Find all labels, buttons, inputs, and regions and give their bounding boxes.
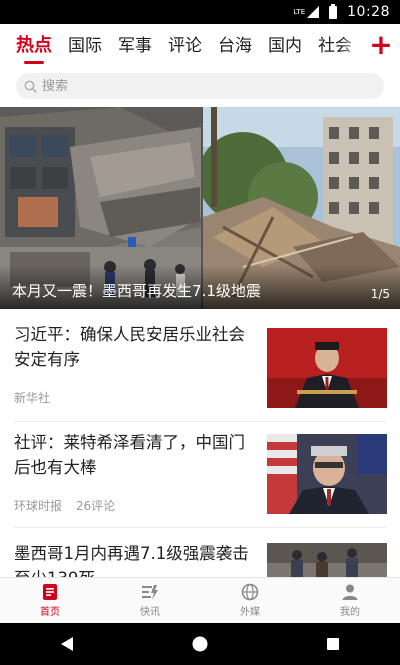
- search-icon: [24, 80, 37, 93]
- news-thumbnail: [267, 328, 387, 408]
- news-headline: 墨西哥1月内再遇7.1级强震袭击 至少139死: [14, 544, 249, 577]
- divider: [14, 527, 386, 528]
- system-navigation-bar: [0, 623, 400, 665]
- tab-military[interactable]: 军事: [118, 24, 152, 68]
- nav-flash-news[interactable]: 快讯: [100, 578, 200, 623]
- hero-title: 本月又一震！墨西哥再发生7.1级地震: [12, 282, 261, 300]
- nav-home[interactable]: 首页: [0, 578, 100, 623]
- status-bar: LTE 10:28: [0, 0, 400, 24]
- network-indicator: LTE: [293, 7, 306, 16]
- tab-taiwan-strait[interactable]: 台海: [218, 24, 252, 68]
- news-thumbnail: [267, 543, 387, 577]
- tab-domestic[interactable]: 国内: [268, 24, 302, 68]
- news-thumbnail: [267, 434, 387, 514]
- search-bar[interactable]: [16, 73, 384, 99]
- clock: 10:28: [347, 4, 390, 20]
- signal-icon: [307, 6, 320, 18]
- tab-hot[interactable]: 热点: [16, 24, 52, 68]
- globe-icon: [241, 583, 259, 601]
- divider: [14, 421, 386, 422]
- news-headline: 社评：莱特希泽看清了，中国门后也有大棒: [14, 433, 245, 477]
- hero-pager: 1/5: [370, 287, 390, 301]
- bottom-navigation: 首页 快讯 外媒 我的: [0, 577, 400, 623]
- home-circle-icon[interactable]: [191, 635, 209, 653]
- battery-icon: [329, 3, 338, 19]
- tabs-fade: [340, 24, 362, 68]
- nav-foreign-media-label: 外媒: [240, 607, 260, 618]
- tab-commentary[interactable]: 评论: [168, 24, 202, 68]
- recents-icon[interactable]: [324, 635, 342, 653]
- nav-flash-news-label: 快讯: [140, 607, 160, 618]
- nav-home-label: 首页: [40, 607, 60, 618]
- news-headline: 习近平：确保人民安居乐业社会安定有序: [14, 325, 245, 369]
- news-item[interactable]: 墨西哥1月内再遇7.1级强震袭击 至少139死: [0, 541, 400, 577]
- home-icon: [43, 584, 57, 600]
- app-screen: LTE 10:28 热点 国际 军事 评论 台海 国内 社会 + 搜索 本月又一…: [0, 0, 400, 665]
- news-comments: 26评论: [75, 499, 116, 513]
- hero-caption: 本月又一震！墨西哥再发生7.1级地震 1/5: [0, 265, 400, 309]
- flash-news-icon: [142, 585, 158, 600]
- news-source: 新华社: [14, 391, 51, 405]
- news-item[interactable]: 社评：莱特希泽看清了，中国门后也有大棒 环球时报 26评论: [0, 430, 400, 526]
- network-type: LTE: [293, 7, 306, 16]
- add-channel-button[interactable]: +: [362, 24, 400, 68]
- tab-international[interactable]: 国际: [68, 24, 102, 68]
- news-item[interactable]: 习近平：确保人民安居乐业社会安定有序 新华社: [0, 322, 400, 418]
- news-meta: 环球时报 26评论: [14, 497, 125, 514]
- back-icon[interactable]: [58, 635, 76, 653]
- news-source: 环球时报: [14, 499, 63, 513]
- nav-profile-label: 我的: [340, 607, 360, 618]
- nav-profile[interactable]: 我的: [300, 578, 400, 623]
- nav-foreign-media[interactable]: 外媒: [200, 578, 300, 623]
- profile-icon: [342, 584, 358, 600]
- hero-banner[interactable]: 本月又一震！墨西哥再发生7.1级地震 1/5: [0, 107, 400, 309]
- search-input[interactable]: [42, 78, 342, 94]
- news-meta: 新华社: [14, 389, 70, 406]
